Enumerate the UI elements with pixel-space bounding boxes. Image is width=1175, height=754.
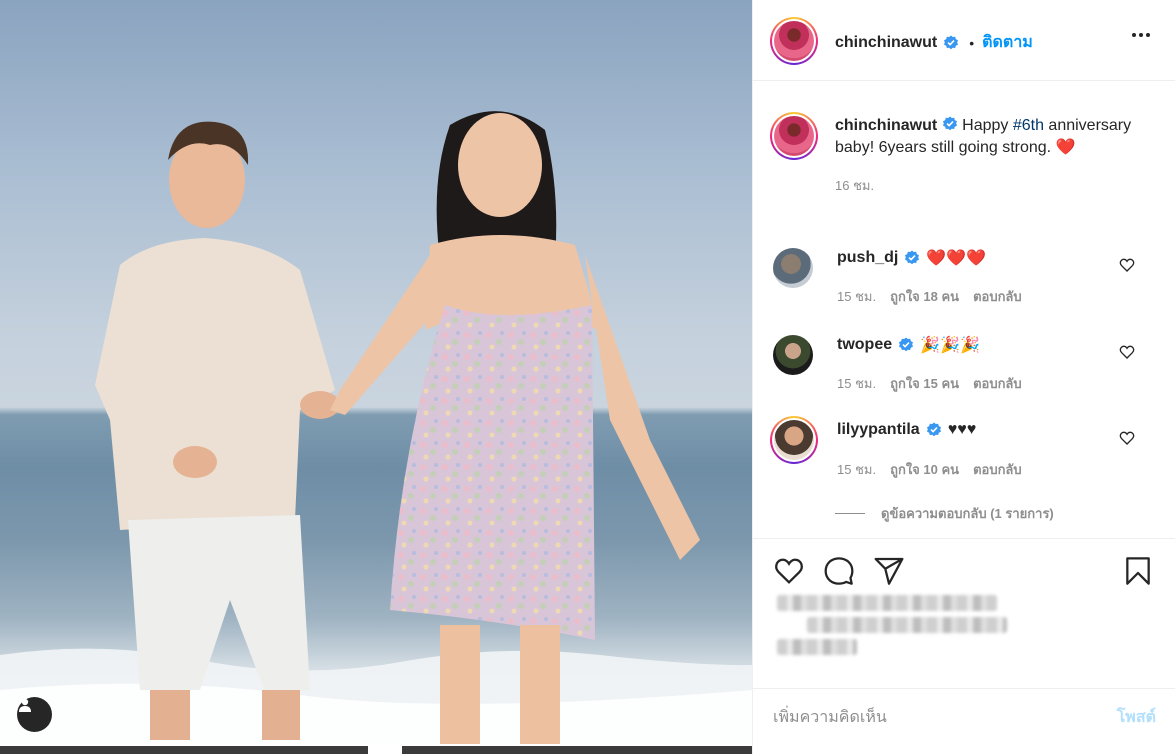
caption-hashtag[interactable]: #6th (1013, 117, 1044, 134)
author-avatar[interactable] (770, 17, 818, 65)
comment-text: ♥♥♥ (947, 421, 977, 438)
comment-username[interactable]: twopee (837, 336, 892, 354)
post-header: chinchinawut • ติดตาม (753, 0, 1175, 81)
caption-text-prefix: Happy (962, 117, 1013, 134)
user-icon (19, 698, 31, 712)
photo-illustration (0, 111, 752, 754)
like-heart-icon[interactable] (773, 555, 805, 587)
add-comment-bar: เพิ่มความคิดเห็น โพสต์ (753, 688, 1175, 754)
caption-emoji: ❤️ (1055, 139, 1076, 156)
view-replies-label: ดูข้อความตอบกลับ (1 รายการ) (881, 506, 1054, 521)
comment-reply-button[interactable]: ตอบกลับ (973, 286, 1022, 307)
post-actions-section (753, 538, 1175, 688)
comment-reply-button[interactable]: ตอบกลับ (973, 373, 1022, 394)
comment-time[interactable]: 15 ชม. (837, 286, 876, 307)
save-bookmark-icon[interactable] (1122, 555, 1154, 587)
caption-username[interactable]: chinchinawut (835, 117, 937, 134)
heart-icon[interactable] (1119, 257, 1135, 273)
follow-button[interactable]: ติดตาม (982, 30, 1033, 55)
comment-likes[interactable]: ถูกใจ 10 คน (890, 459, 959, 480)
comment-avatar[interactable] (773, 335, 813, 375)
comment-avatar[interactable] (770, 416, 818, 464)
blurred-likes-summary (777, 595, 1007, 661)
caption-author-avatar[interactable] (770, 112, 818, 160)
view-replies-button[interactable]: ดูข้อความตอบกลับ (1 รายการ) (835, 503, 1054, 524)
comment-username[interactable]: push_dj (837, 249, 898, 267)
post-comment-button[interactable]: โพสต์ (1117, 705, 1156, 730)
verified-badge-icon (899, 337, 914, 352)
post-caption: chinchinawut Happy #6th anniversary baby… (835, 115, 1135, 197)
photo-bottom-strip (0, 744, 752, 754)
comment-time[interactable]: 15 ชม. (837, 373, 876, 394)
comment-text: ❤️❤️❤️ (926, 250, 987, 267)
comment-input[interactable]: เพิ่มความคิดเห็น (773, 705, 887, 730)
comment-time[interactable]: 15 ชม. (837, 459, 876, 480)
post-side-panel: chinchinawut • ติดตาม chinchinawut Happy… (752, 0, 1175, 754)
share-send-icon[interactable] (873, 555, 905, 587)
verified-badge-icon (905, 250, 920, 265)
tagged-users-button[interactable] (17, 697, 52, 732)
heart-icon[interactable] (1119, 430, 1135, 446)
more-options-icon[interactable] (1132, 33, 1150, 37)
author-username[interactable]: chinchinawut (835, 34, 937, 52)
comment-text: 🎉🎉🎉 (920, 337, 980, 354)
comment-username[interactable]: lilyypantila (837, 421, 920, 439)
comment-avatar[interactable] (773, 248, 813, 288)
replies-divider (835, 513, 865, 514)
comment-bubble-icon[interactable] (823, 555, 855, 587)
separator-dot: • (969, 34, 975, 51)
verified-badge-icon (942, 116, 957, 131)
verified-badge-icon (944, 35, 959, 49)
comment-likes[interactable]: ถูกใจ 15 คน (890, 373, 959, 394)
comment-likes[interactable]: ถูกใจ 18 คน (890, 286, 959, 307)
comment-reply-button[interactable]: ตอบกลับ (973, 459, 1022, 480)
verified-badge-icon (926, 422, 941, 437)
post-photo[interactable] (0, 0, 752, 754)
heart-icon[interactable] (1119, 344, 1135, 360)
caption-timestamp[interactable]: 16 ชม. (835, 175, 1135, 197)
